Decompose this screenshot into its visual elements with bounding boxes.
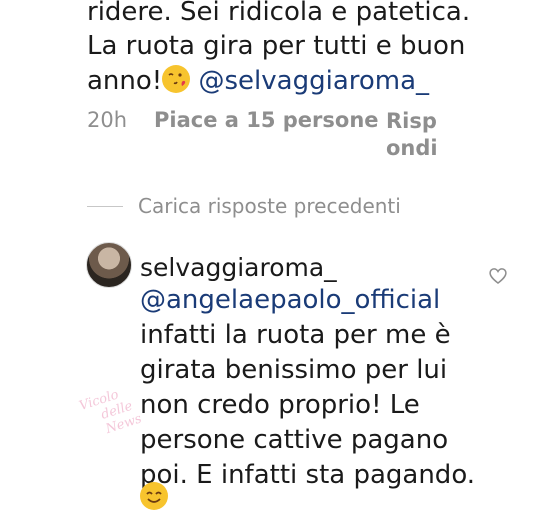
mention-link[interactable]: @angelaepaolo_official [140,285,440,316]
comment-text-line: La ruota gira per tutti e buon [87,31,466,61]
comment-username[interactable]: selvaggiaroma_ [140,253,337,282]
smiling-face-emoji-icon [140,482,168,510]
reply-label-part: Risp [386,109,437,133]
comment-timestamp: 20h [87,108,128,132]
comment-text-line: non credo proprio! Le [140,390,420,420]
comment-text-fragment: anno! [87,66,163,96]
divider [87,206,123,207]
comment-text-line: girata benissimo per lui [140,355,448,385]
heart-outline-icon[interactable] [488,266,508,290]
likes-count-link[interactable]: Piace a 15 persone [154,108,379,132]
comment-text-line: infatti la ruota per me è [140,320,451,350]
comment-text-line: persone cattive pagano [140,425,449,455]
reply-button[interactable]: Risp ondi [386,108,438,162]
comment-text-line: ridere. Sei ridicola e patetica. [87,0,471,27]
mention-link[interactable]: @selvaggiaroma_ [199,66,430,96]
reply-label-part: ondi [386,136,438,160]
comment-text-line: poi. E infatti sta pagando. [140,460,476,490]
comment-text-line: anno! @selvaggiaroma_ [87,65,429,97]
face-blowing-kiss-emoji-icon [162,65,191,93]
avatar[interactable] [86,242,132,288]
load-previous-replies-button[interactable]: Carica risposte precedenti [138,194,401,218]
